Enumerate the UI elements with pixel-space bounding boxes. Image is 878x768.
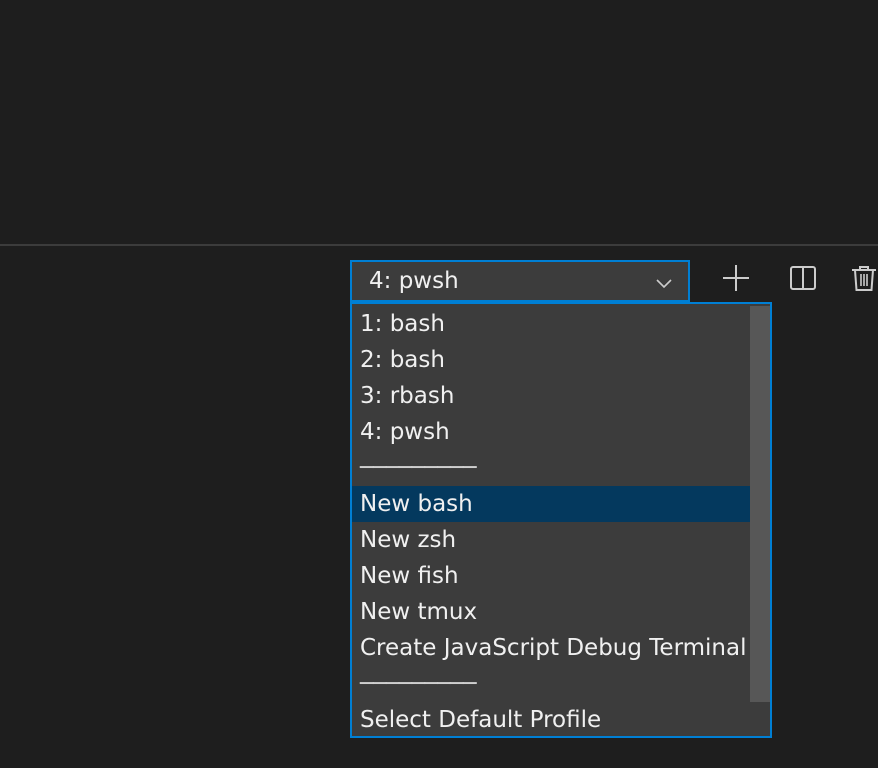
terminal-dropdown: 1: bash 2: bash 3: rbash 4: pwsh ───────…	[350, 302, 772, 738]
dropdown-option-terminal-1[interactable]: 1: bash	[352, 306, 770, 342]
dropdown-list: 1: bash 2: bash 3: rbash 4: pwsh ───────…	[352, 306, 770, 736]
terminal-select-value: 4: pwsh	[369, 268, 459, 294]
dropdown-option-terminal-4[interactable]: 4: pwsh	[352, 414, 770, 450]
dropdown-option-terminal-2[interactable]: 2: bash	[352, 342, 770, 378]
dropdown-option-new-zsh[interactable]: New zsh	[352, 522, 770, 558]
kill-terminal-button[interactable]	[846, 262, 878, 298]
dropdown-separator: ─────────	[360, 671, 477, 697]
dropdown-option-new-tmux[interactable]: New tmux	[352, 594, 770, 630]
terminal-select[interactable]: 4: pwsh	[350, 260, 690, 302]
editor-area	[0, 0, 878, 244]
dropdown-scrollbar[interactable]	[750, 304, 770, 736]
new-terminal-button[interactable]	[718, 262, 754, 298]
trash-icon	[849, 263, 878, 297]
dropdown-scrollbar-thumb[interactable]	[750, 306, 770, 702]
plus-icon	[721, 263, 751, 297]
dropdown-option-js-debug-terminal[interactable]: Create JavaScript Debug Terminal	[352, 630, 770, 666]
dropdown-option-terminal-3[interactable]: 3: rbash	[352, 378, 770, 414]
dropdown-option-select-default-profile[interactable]: Select Default Profile	[352, 702, 770, 736]
split-terminal-button[interactable]	[785, 262, 821, 298]
dropdown-separator: ─────────	[360, 455, 477, 481]
chevron-down-icon	[652, 271, 676, 295]
split-icon	[789, 264, 817, 296]
dropdown-option-new-fish[interactable]: New fish	[352, 558, 770, 594]
dropdown-option-new-bash[interactable]: New bash	[352, 486, 770, 522]
